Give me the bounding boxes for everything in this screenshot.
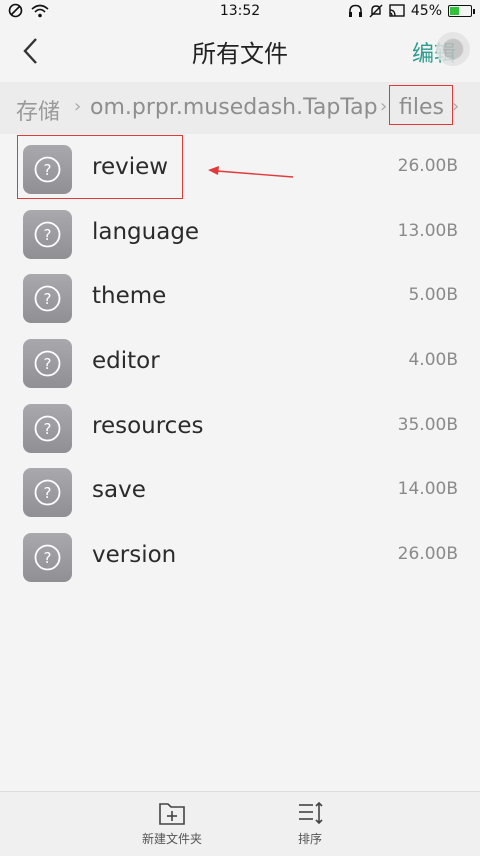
chevron-right-icon: ›: [74, 96, 82, 117]
file-size: 14.00B: [397, 479, 458, 499]
page-title: 所有文件: [192, 40, 288, 68]
file-size: 4.00B: [408, 350, 458, 370]
battery-icon: [448, 5, 475, 17]
battery-fill: [450, 7, 459, 15]
headset-icon: [348, 4, 362, 17]
sort-label: 排序: [297, 832, 322, 846]
svg-text:?: ?: [44, 549, 52, 567]
status-bar: 13:52 45%: [0, 0, 480, 24]
file-row-version[interactable]: ? version 26.00B: [0, 528, 480, 592]
file-name: version: [92, 542, 177, 568]
svg-text:?: ?: [44, 226, 52, 244]
battery-percent: 45%: [410, 3, 442, 19]
file-row-resources[interactable]: ? resources 35.00B: [0, 399, 480, 463]
annotation-arrow-icon: [208, 166, 294, 178]
floating-assist-ball[interactable]: [436, 32, 470, 66]
svg-text:?: ?: [44, 420, 52, 438]
file-size: 26.00B: [397, 544, 458, 564]
file-row-editor[interactable]: ? editor 4.00B: [0, 334, 480, 398]
new-folder-button[interactable]: 新建文件夹: [122, 800, 222, 847]
file-name: theme: [92, 283, 167, 309]
unknown-file-icon: ?: [23, 468, 72, 517]
new-folder-label: 新建文件夹: [141, 832, 202, 846]
file-size: 26.00B: [397, 156, 458, 176]
sort-button[interactable]: 排序: [260, 800, 360, 847]
breadcrumb-root[interactable]: 存储: [16, 94, 60, 126]
svg-text:?: ?: [44, 484, 52, 502]
file-row-theme[interactable]: ? theme 5.00B: [0, 269, 480, 333]
file-name: editor: [92, 348, 160, 374]
file-name: resources: [92, 413, 204, 439]
new-folder-icon: [159, 803, 185, 825]
chevron-right-icon: ›: [452, 96, 460, 117]
svg-text:?: ?: [44, 290, 52, 308]
mute-icon: [369, 4, 383, 18]
unknown-file-icon: ?: [23, 210, 72, 259]
annotation-box-files: [389, 85, 453, 125]
chevron-right-icon: ›: [380, 96, 388, 117]
file-name: language: [92, 219, 200, 245]
unknown-file-icon: ?: [23, 274, 72, 323]
breadcrumb-path[interactable]: om.prpr.musedash.TapTap: [90, 95, 378, 120]
annotation-box-review: [17, 135, 183, 199]
file-row-save[interactable]: ? save 14.00B: [0, 463, 480, 527]
bottom-toolbar: 新建文件夹 排序: [0, 791, 480, 856]
status-right: 45%: [348, 3, 475, 19]
cast-icon: [389, 4, 405, 17]
svg-text:?: ?: [44, 355, 52, 373]
file-row-language[interactable]: ? language 13.00B: [0, 205, 480, 269]
unknown-file-icon: ?: [23, 533, 72, 582]
file-size: 5.00B: [408, 285, 458, 305]
file-name: save: [92, 477, 146, 503]
unknown-file-icon: ?: [23, 404, 72, 453]
title-bar: 所有文件 编辑: [0, 24, 480, 78]
file-size: 35.00B: [397, 415, 458, 435]
unknown-file-icon: ?: [23, 339, 72, 388]
file-size: 13.00B: [397, 221, 458, 241]
sort-icon: [299, 801, 323, 825]
